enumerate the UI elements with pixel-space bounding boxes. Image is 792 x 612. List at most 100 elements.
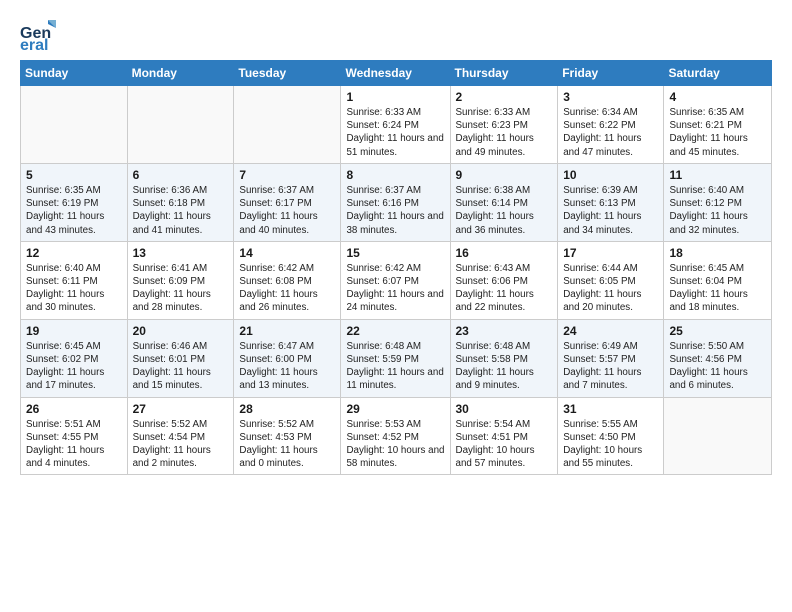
calendar-cell: 16 Sunrise: 6:43 AM Sunset: 6:06 PM Dayli… [450, 241, 558, 319]
calendar-cell: 12 Sunrise: 6:40 AM Sunset: 6:11 PM Dayli… [21, 241, 128, 319]
weekday-header-cell: Friday [558, 61, 664, 86]
day-info: Sunrise: 5:52 AM Sunset: 4:53 PM Dayligh… [239, 418, 335, 471]
day-number: 16 [456, 246, 553, 260]
calendar-week-row: 5 Sunrise: 6:35 AM Sunset: 6:19 PM Daylig… [21, 163, 772, 241]
calendar-cell: 1Sunrise: 6:33 AM Sunset: 6:24 PM Daylig… [341, 86, 450, 164]
calendar-cell: 24 Sunrise: 6:49 AM Sunset: 5:57 PM Dayli… [558, 319, 664, 397]
weekday-header-cell: Monday [127, 61, 234, 86]
day-info: Sunrise: 6:48 AM Sunset: 5:58 PM Dayligh… [456, 340, 553, 393]
day-info: Sunrise: 6:34 AM Sunset: 6:22 PM Dayligh… [563, 106, 658, 159]
calendar-cell: 6 Sunrise: 6:36 AM Sunset: 6:18 PM Daylig… [127, 163, 234, 241]
day-info: Sunrise: 6:39 AM Sunset: 6:13 PM Dayligh… [563, 184, 658, 237]
day-number: 11 [669, 168, 766, 182]
day-info: Sunrise: 6:40 AM Sunset: 6:11 PM Dayligh… [26, 262, 122, 315]
calendar-cell: 14 Sunrise: 6:42 AM Sunset: 6:08 PM Dayli… [234, 241, 341, 319]
day-number: 23 [456, 324, 553, 338]
calendar-week-row: 12 Sunrise: 6:40 AM Sunset: 6:11 PM Dayli… [21, 241, 772, 319]
calendar-week-row: 19 Sunrise: 6:45 AM Sunset: 6:02 PM Dayli… [21, 319, 772, 397]
calendar-cell: 8 Sunrise: 6:37 AM Sunset: 6:16 PM Daylig… [341, 163, 450, 241]
calendar-cell: 11 Sunrise: 6:40 AM Sunset: 6:12 PM Dayli… [664, 163, 772, 241]
day-number: 30 [456, 402, 553, 416]
calendar-cell: 29Sunrise: 5:53 AM Sunset: 4:52 PM Dayli… [341, 397, 450, 475]
calendar-cell: 17 Sunrise: 6:44 AM Sunset: 6:05 PM Dayli… [558, 241, 664, 319]
day-info: Sunrise: 5:53 AM Sunset: 4:52 PM Dayligh… [346, 418, 444, 471]
day-number: 18 [669, 246, 766, 260]
day-info: Sunrise: 5:55 AM Sunset: 4:50 PM Dayligh… [563, 418, 658, 471]
day-number: 20 [133, 324, 229, 338]
day-number: 3 [563, 90, 658, 104]
calendar-cell: 30Sunrise: 5:54 AM Sunset: 4:51 PM Dayli… [450, 397, 558, 475]
calendar-cell: 28 Sunrise: 5:52 AM Sunset: 4:53 PM Dayli… [234, 397, 341, 475]
calendar-cell: 21Sunrise: 6:47 AM Sunset: 6:00 PM Dayli… [234, 319, 341, 397]
weekday-header-cell: Tuesday [234, 61, 341, 86]
day-info: Sunrise: 6:42 AM Sunset: 6:07 PM Dayligh… [346, 262, 444, 315]
day-info: Sunrise: 6:45 AM Sunset: 6:04 PM Dayligh… [669, 262, 766, 315]
calendar-cell: 19 Sunrise: 6:45 AM Sunset: 6:02 PM Dayli… [21, 319, 128, 397]
day-info: Sunrise: 6:35 AM Sunset: 6:19 PM Dayligh… [26, 184, 122, 237]
calendar: SundayMondayTuesdayWednesdayThursdayFrid… [20, 60, 772, 475]
day-number: 31 [563, 402, 658, 416]
day-info: Sunrise: 5:52 AM Sunset: 4:54 PM Dayligh… [133, 418, 229, 471]
calendar-cell: 9 Sunrise: 6:38 AM Sunset: 6:14 PM Daylig… [450, 163, 558, 241]
calendar-week-row: 26 Sunrise: 5:51 AM Sunset: 4:55 PM Dayli… [21, 397, 772, 475]
day-number: 24 [563, 324, 658, 338]
day-number: 13 [133, 246, 229, 260]
day-number: 4 [669, 90, 766, 104]
day-number: 1 [346, 90, 444, 104]
calendar-cell: 26 Sunrise: 5:51 AM Sunset: 4:55 PM Dayli… [21, 397, 128, 475]
day-number: 22 [346, 324, 444, 338]
calendar-cell: 25Sunrise: 5:50 AM Sunset: 4:56 PM Dayli… [664, 319, 772, 397]
calendar-cell: 10 Sunrise: 6:39 AM Sunset: 6:13 PM Dayli… [558, 163, 664, 241]
day-info: Sunrise: 6:45 AM Sunset: 6:02 PM Dayligh… [26, 340, 122, 393]
calendar-cell: 13 Sunrise: 6:41 AM Sunset: 6:09 PM Dayli… [127, 241, 234, 319]
calendar-body: 1Sunrise: 6:33 AM Sunset: 6:24 PM Daylig… [21, 86, 772, 475]
day-info: Sunrise: 6:35 AM Sunset: 6:21 PM Dayligh… [669, 106, 766, 159]
day-info: Sunrise: 6:44 AM Sunset: 6:05 PM Dayligh… [563, 262, 658, 315]
day-number: 10 [563, 168, 658, 182]
weekday-header-cell: Thursday [450, 61, 558, 86]
calendar-cell: 22 Sunrise: 6:48 AM Sunset: 5:59 PM Dayli… [341, 319, 450, 397]
calendar-cell: 5 Sunrise: 6:35 AM Sunset: 6:19 PM Daylig… [21, 163, 128, 241]
logo: Gen eral [20, 16, 58, 52]
day-number: 17 [563, 246, 658, 260]
day-info: Sunrise: 6:49 AM Sunset: 5:57 PM Dayligh… [563, 340, 658, 393]
day-number: 6 [133, 168, 229, 182]
weekday-header-cell: Wednesday [341, 61, 450, 86]
calendar-cell: 18 Sunrise: 6:45 AM Sunset: 6:04 PM Dayli… [664, 241, 772, 319]
day-info: Sunrise: 6:38 AM Sunset: 6:14 PM Dayligh… [456, 184, 553, 237]
day-number: 25 [669, 324, 766, 338]
calendar-cell: 15 Sunrise: 6:42 AM Sunset: 6:07 PM Dayli… [341, 241, 450, 319]
day-info: Sunrise: 6:48 AM Sunset: 5:59 PM Dayligh… [346, 340, 444, 393]
day-number: 9 [456, 168, 553, 182]
day-info: Sunrise: 6:42 AM Sunset: 6:08 PM Dayligh… [239, 262, 335, 315]
calendar-cell: 23 Sunrise: 6:48 AM Sunset: 5:58 PM Dayli… [450, 319, 558, 397]
day-info: Sunrise: 6:33 AM Sunset: 6:23 PM Dayligh… [456, 106, 553, 159]
day-info: Sunrise: 6:37 AM Sunset: 6:16 PM Dayligh… [346, 184, 444, 237]
day-number: 5 [26, 168, 122, 182]
calendar-cell [664, 397, 772, 475]
day-info: Sunrise: 6:43 AM Sunset: 6:06 PM Dayligh… [456, 262, 553, 315]
day-info: Sunrise: 6:46 AM Sunset: 6:01 PM Dayligh… [133, 340, 229, 393]
day-number: 12 [26, 246, 122, 260]
day-info: Sunrise: 5:51 AM Sunset: 4:55 PM Dayligh… [26, 418, 122, 471]
calendar-cell [127, 86, 234, 164]
day-number: 14 [239, 246, 335, 260]
calendar-cell [21, 86, 128, 164]
calendar-cell: 20 Sunrise: 6:46 AM Sunset: 6:01 PM Dayli… [127, 319, 234, 397]
svg-text:eral: eral [20, 37, 48, 52]
calendar-week-row: 1Sunrise: 6:33 AM Sunset: 6:24 PM Daylig… [21, 86, 772, 164]
day-number: 27 [133, 402, 229, 416]
day-info: Sunrise: 6:36 AM Sunset: 6:18 PM Dayligh… [133, 184, 229, 237]
day-number: 19 [26, 324, 122, 338]
day-number: 26 [26, 402, 122, 416]
day-number: 21 [239, 324, 335, 338]
calendar-cell [234, 86, 341, 164]
day-number: 2 [456, 90, 553, 104]
calendar-header: SundayMondayTuesdayWednesdayThursdayFrid… [21, 61, 772, 86]
day-number: 28 [239, 402, 335, 416]
day-number: 15 [346, 246, 444, 260]
day-info: Sunrise: 6:37 AM Sunset: 6:17 PM Dayligh… [239, 184, 335, 237]
day-number: 8 [346, 168, 444, 182]
day-info: Sunrise: 6:41 AM Sunset: 6:09 PM Dayligh… [133, 262, 229, 315]
day-info: Sunrise: 6:40 AM Sunset: 6:12 PM Dayligh… [669, 184, 766, 237]
